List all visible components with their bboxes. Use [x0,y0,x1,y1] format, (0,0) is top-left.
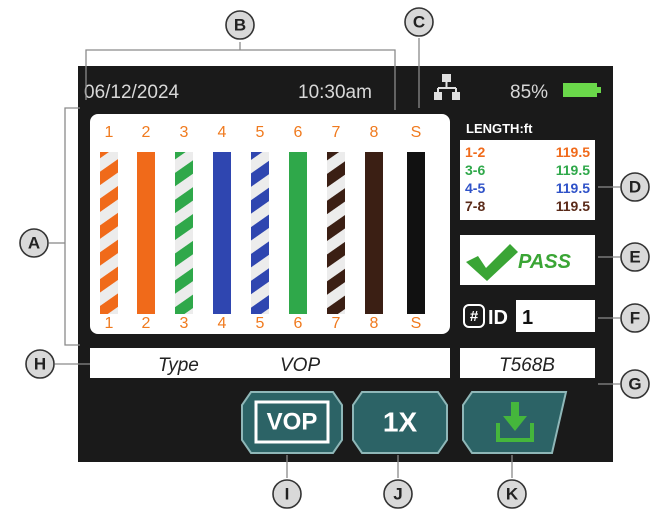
pin-top-7: 7 [332,124,341,141]
zoom-button-label: 1X [383,407,418,438]
callout-e: E [620,242,650,272]
svg-text:E: E [629,248,640,267]
pin-bottom-shield: S [411,315,422,332]
callout-c: C [404,7,434,37]
callout-f: F [620,303,650,333]
pin-top-3: 3 [180,124,189,141]
svg-text:C: C [413,13,425,32]
pin-bottom-5: 5 [256,315,265,332]
pin-bottom-1: 1 [105,315,114,332]
wire-7-white-brown [327,152,345,314]
wire-6-green [289,152,307,314]
pin-top-6: 6 [294,124,303,141]
length-value-4: 119.5 [556,198,590,214]
callout-i: I [272,479,302,509]
svg-text:D: D [629,178,641,197]
length-value-1: 119.5 [556,144,590,160]
svg-text:A: A [28,234,40,253]
callout-a: A [19,228,49,258]
svg-text:K: K [506,485,519,504]
callout-b: B [225,10,255,40]
pin-top-shield: S [411,124,422,141]
pin-top-2: 2 [142,124,151,141]
svg-text:I: I [285,485,290,504]
pin-bottom-4: 4 [218,315,227,332]
svg-text:J: J [393,485,402,504]
pin-bottom-6: 6 [294,315,303,332]
length-pair-2: 3-6 [465,162,485,178]
length-pair-1: 1-2 [465,144,485,160]
svg-text:G: G [628,375,641,394]
wire-shield [407,152,425,314]
callout-j: J [383,479,413,509]
pin-top-8: 8 [370,124,379,141]
result-label: PASS [518,251,572,273]
battery-percent: 85% [510,82,548,103]
battery-icon [563,83,601,97]
standard-value: T568B [499,355,555,376]
pin-top-1: 1 [105,124,114,141]
callout-g: G [620,369,650,399]
vop-button-label: VOP [267,409,318,436]
wire-2-orange [137,152,155,314]
callout-k: K [497,479,527,509]
pin-bottom-2: 2 [142,315,151,332]
type-value: VOP [280,355,320,376]
type-label: Type [158,355,199,376]
wire-1-white-orange [100,152,118,314]
pin-bottom-8: 8 [370,315,379,332]
length-value-3: 119.5 [556,180,590,196]
length-pair-3: 4-5 [465,180,485,196]
wire-8-brown [365,152,383,314]
wire-4-blue [213,152,231,314]
wire-5-white-blue [251,152,269,314]
wire-3-white-green [175,152,193,314]
svg-text:B: B [234,16,246,35]
length-pair-4: 7-8 [465,198,485,214]
svg-text:H: H [34,355,46,374]
status-date: 06/12/2024 [84,82,180,103]
type-field [90,348,450,378]
vop-button[interactable]: VOP [241,391,343,454]
id-label: ID [488,307,508,329]
callout-h: H [25,349,55,379]
length-value-2: 119.5 [556,162,590,178]
save-button[interactable] [462,391,568,454]
callout-d: D [620,172,650,202]
zoom-button[interactable]: 1X [352,391,448,454]
svg-text:F: F [630,309,640,328]
length-header: LENGTH:ft [466,121,533,136]
tester-diagram: 06/12/2024 10:30am 85% 1 2 3 4 5 6 7 8 S… [19,7,650,509]
svg-text:#: # [470,308,479,325]
pin-top-4: 4 [218,124,227,141]
id-value: 1 [522,307,533,329]
pin-top-5: 5 [256,124,265,141]
pin-bottom-3: 3 [180,315,189,332]
pin-bottom-7: 7 [332,315,341,332]
status-time: 10:30am [298,82,372,103]
wire-bars [100,152,425,314]
